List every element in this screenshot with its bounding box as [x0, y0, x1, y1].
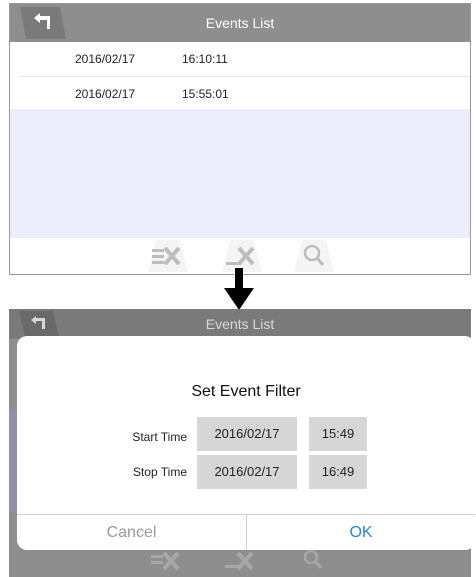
stop-time-label: Stop Time	[132, 465, 187, 479]
dialog-title: Set Event Filter	[191, 383, 301, 400]
delete-selected-icon	[148, 240, 188, 272]
page-title: Events List	[205, 15, 275, 31]
stop-date-field[interactable]: 2016/02/17	[197, 455, 297, 489]
event-time: 15:55:01	[182, 87, 229, 101]
stop-time-field[interactable]: 16:49	[309, 455, 367, 489]
down-arrow-icon	[222, 268, 256, 310]
ok-button[interactable]: OK	[247, 515, 475, 550]
page-title: Events List	[205, 316, 275, 332]
empty-row	[10, 211, 470, 240]
empty-row	[10, 143, 470, 178]
delete-selected-button[interactable]	[147, 549, 187, 577]
search-button[interactable]	[293, 549, 333, 577]
event-row[interactable]: 2016/02/17 16:10:11	[20, 42, 470, 77]
event-date: 2016/02/17	[75, 52, 136, 66]
bottom-toolbar	[9, 549, 471, 577]
search-icon	[294, 240, 334, 272]
start-time-label: Start Time	[132, 430, 187, 444]
start-time-field[interactable]: 15:49	[309, 417, 367, 451]
empty-row	[10, 177, 470, 212]
event-time: 16:10:11	[182, 52, 228, 66]
delete-selected-button[interactable]	[148, 240, 188, 272]
title-bar: Events List	[10, 4, 470, 42]
title-bar: Events List	[9, 309, 471, 339]
empty-row	[10, 109, 470, 144]
start-date-field[interactable]: 2016/02/17	[197, 417, 297, 451]
delete-all-icon	[225, 551, 254, 571]
event-row[interactable]: 2016/02/17 15:55:01	[20, 77, 470, 112]
delete-all-button[interactable]	[221, 549, 261, 577]
event-date: 2016/02/17	[75, 87, 136, 101]
delete-selected-icon	[151, 551, 180, 571]
cancel-button[interactable]: Cancel	[17, 515, 246, 550]
event-filter-dialog: Set Event Filter Start Time 2016/02/17 1…	[17, 336, 475, 550]
search-button[interactable]	[294, 240, 334, 272]
search-icon	[303, 549, 323, 569]
events-list-screen: Events List 2016/02/17 16:10:11 2016/02/…	[9, 3, 471, 275]
